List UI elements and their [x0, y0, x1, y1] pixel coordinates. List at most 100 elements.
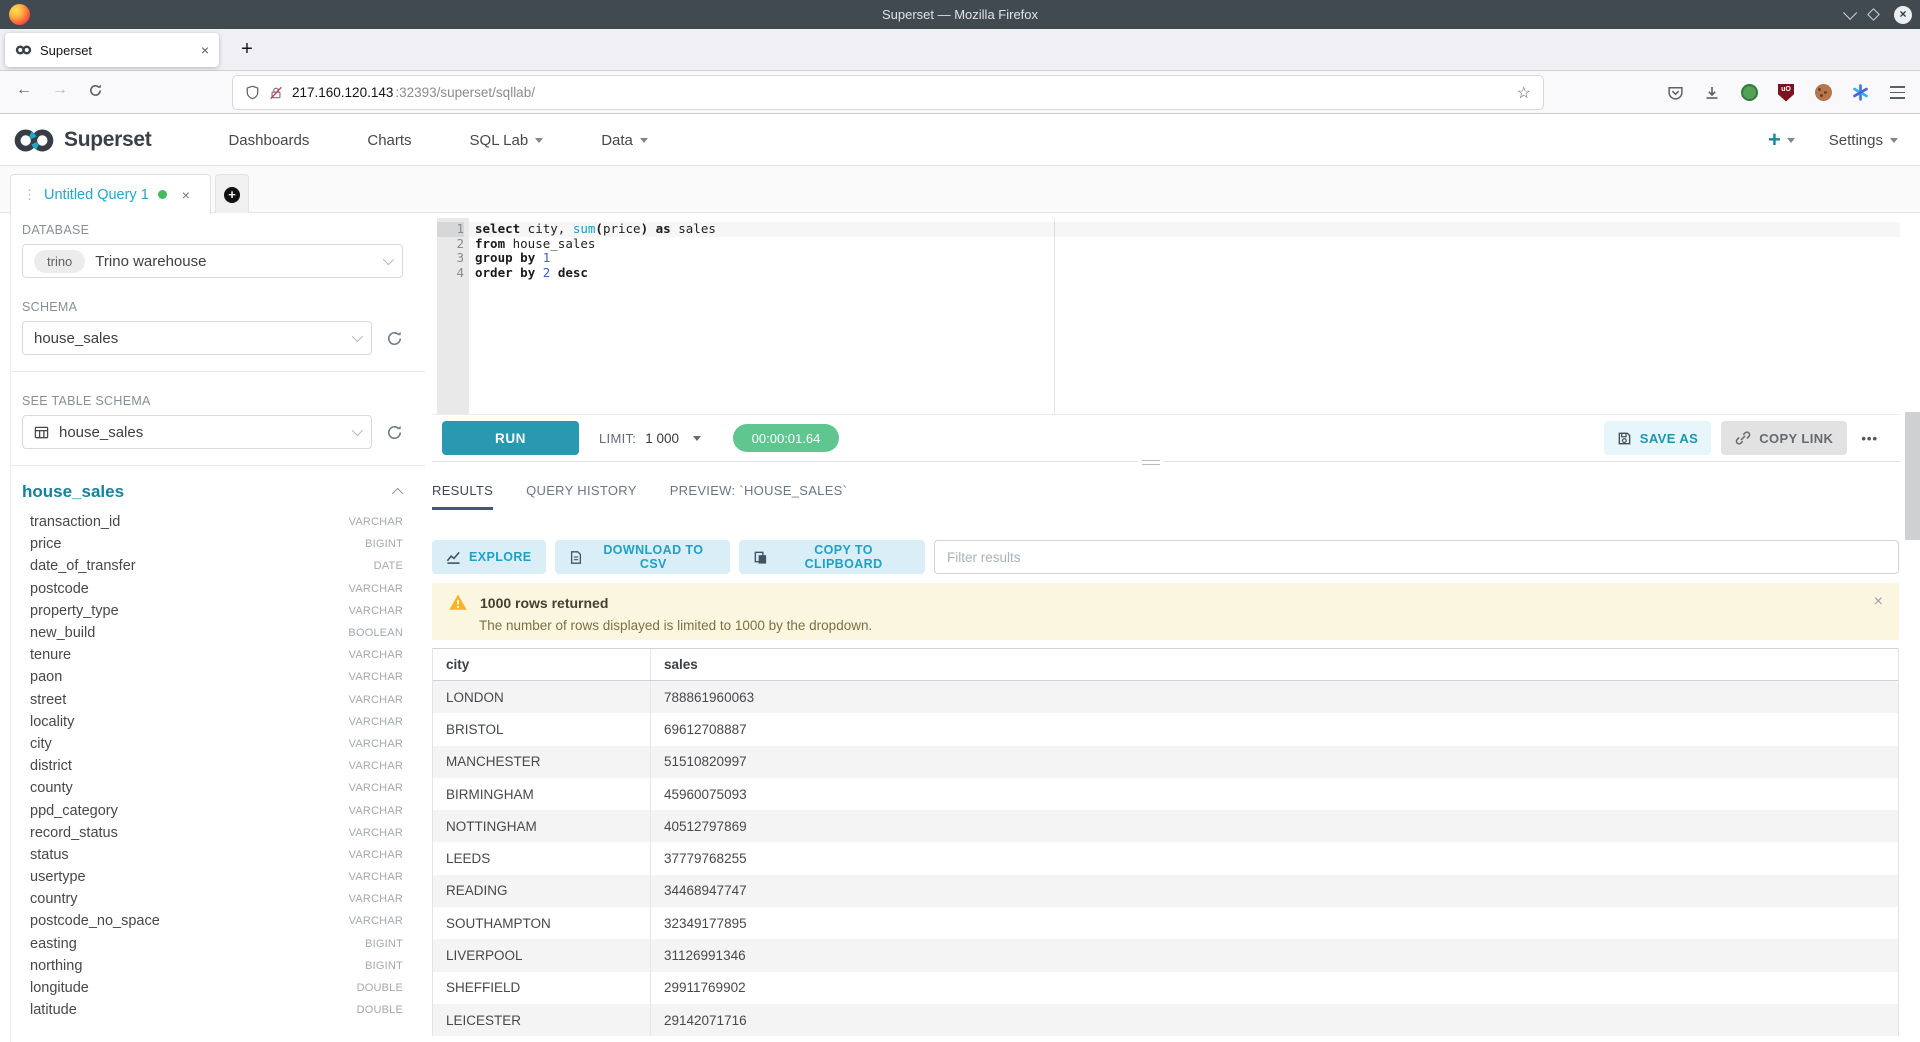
column-row-easting[interactable]: eastingBIGINT — [30, 933, 403, 955]
column-row-property-type[interactable]: property_typeVARCHAR — [30, 600, 403, 622]
column-row-postcode-no-space[interactable]: postcode_no_spaceVARCHAR — [30, 910, 403, 932]
copy-to-clipboard-button[interactable]: COPY TO CLIPBOARD — [739, 540, 925, 574]
more-options-button[interactable]: ••• — [1857, 431, 1882, 446]
column-row-record-status[interactable]: record_statusVARCHAR — [30, 822, 403, 844]
column-row-locality[interactable]: localityVARCHAR — [30, 711, 403, 733]
table-row[interactable]: LEEDS37779768255 — [433, 842, 1898, 874]
url-host: 217.160.120.143 — [292, 85, 393, 100]
column-type: VARCHAR — [349, 893, 403, 905]
add-query-tab-button[interactable]: + — [215, 174, 249, 214]
column-row-status[interactable]: statusVARCHAR — [30, 844, 403, 866]
table-name[interactable]: house_sales — [22, 482, 395, 502]
ublock-icon[interactable]: uO — [1777, 84, 1795, 102]
column-row-district[interactable]: districtVARCHAR — [30, 755, 403, 777]
bookmark-star-icon[interactable]: ☆ — [1517, 83, 1531, 103]
table-row[interactable]: SOUTHAMPTON32349177895 — [433, 907, 1898, 939]
filter-results-input[interactable] — [934, 540, 1899, 574]
sales-cell: 45960075093 — [650, 778, 1898, 810]
downloads-icon[interactable] — [1703, 84, 1721, 102]
cookie-extension-icon[interactable] — [1814, 84, 1832, 102]
run-button[interactable]: RUN — [442, 421, 579, 455]
column-row-price[interactable]: priceBIGINT — [30, 533, 403, 555]
table-schema-select[interactable]: house_sales — [22, 415, 372, 449]
query-tab-close-icon[interactable]: × — [182, 187, 190, 203]
save-as-button[interactable]: SAVE AS — [1604, 421, 1711, 455]
copy-link-button[interactable]: COPY LINK — [1721, 421, 1847, 455]
column-row-county[interactable]: countyVARCHAR — [30, 777, 403, 799]
limit-dropdown[interactable]: LIMIT: 1 000 — [599, 431, 701, 446]
alert-close-icon[interactable]: × — [1874, 593, 1883, 611]
column-name: date_of_transfer — [30, 558, 374, 574]
window-minimize-icon[interactable] — [1843, 5, 1857, 19]
nav-item-data[interactable]: Data — [572, 115, 677, 166]
column-row-paon[interactable]: paonVARCHAR — [30, 666, 403, 688]
table-header-row[interactable]: house_sales — [22, 482, 403, 502]
table-row[interactable]: LIVERPOOL31126991346 — [433, 939, 1898, 971]
column-row-country[interactable]: countryVARCHAR — [30, 888, 403, 910]
tab-query-history[interactable]: QUERY HISTORY — [526, 483, 637, 510]
line-number: 3 — [437, 251, 464, 266]
panel-resize-handle[interactable] — [1138, 457, 1164, 468]
nav-item-charts[interactable]: Charts — [338, 115, 440, 166]
column-row-ppd-category[interactable]: ppd_categoryVARCHAR — [30, 799, 403, 821]
new-item-button[interactable]: + — [1768, 130, 1795, 150]
explore-button[interactable]: EXPLORE — [432, 540, 546, 574]
column-row-usertype[interactable]: usertypeVARCHAR — [30, 866, 403, 888]
sql-token: group — [475, 250, 513, 265]
column-header-city[interactable]: city — [433, 657, 650, 672]
column-row-longitude[interactable]: longitudeDOUBLE — [30, 977, 403, 999]
lock-insecure-icon[interactable] — [269, 86, 283, 100]
schema-select[interactable]: house_sales — [22, 321, 372, 355]
editor-code[interactable]: select city, sum(price) as salesfrom hou… — [469, 218, 1900, 414]
column-row-latitude[interactable]: latitudeDOUBLE — [30, 999, 403, 1021]
table-row[interactable]: MANCHESTER51510820997 — [433, 746, 1898, 778]
browser-tab[interactable]: Superset × — [5, 33, 219, 67]
column-name: record_status — [30, 825, 349, 841]
menu-icon[interactable] — [1888, 84, 1906, 102]
new-tab-button[interactable]: + — [232, 35, 262, 65]
table-row[interactable]: NOTTINGHAM40512797869 — [433, 810, 1898, 842]
scrollbar-thumb[interactable] — [1905, 412, 1920, 540]
reload-icon[interactable] — [88, 83, 103, 103]
table-row[interactable]: LEICESTER29142071716 — [433, 1004, 1898, 1036]
column-row-city[interactable]: cityVARCHAR — [30, 733, 403, 755]
refresh-schema-icon[interactable] — [386, 330, 403, 347]
table-row[interactable]: LONDON788861960063 — [433, 681, 1898, 713]
shield-icon[interactable] — [245, 85, 260, 100]
table-row[interactable]: BRISTOL69612708887 — [433, 713, 1898, 745]
url-bar[interactable]: 217.160.120.143 :32393/superset/sqllab/ … — [233, 76, 1543, 109]
column-row-tenure[interactable]: tenureVARCHAR — [30, 644, 403, 666]
table-row[interactable]: SHEFFIELD29911769902 — [433, 972, 1898, 1004]
column-row-transaction-id[interactable]: transaction_idVARCHAR — [30, 511, 403, 533]
nav-item-sql-lab[interactable]: SQL Lab — [441, 115, 573, 166]
window-maximize-icon[interactable] — [1867, 8, 1880, 21]
column-row-street[interactable]: streetVARCHAR — [30, 689, 403, 711]
drag-handle-icon[interactable]: ⋮ — [23, 187, 35, 203]
tab-close-icon[interactable]: × — [201, 42, 209, 58]
tab-results[interactable]: RESULTS — [432, 483, 493, 510]
pocket-icon[interactable] — [1666, 84, 1684, 102]
extension-privacy-icon[interactable] — [1740, 84, 1758, 102]
column-header-sales[interactable]: sales — [650, 649, 1898, 680]
languagetool-icon[interactable] — [1851, 84, 1869, 102]
column-row-northing[interactable]: northingBIGINT — [30, 955, 403, 977]
database-select[interactable]: trino Trino warehouse — [22, 244, 403, 278]
query-tab-title: Untitled Query 1 — [44, 187, 149, 203]
nav-item-dashboards[interactable]: Dashboards — [199, 115, 338, 166]
superset-logo[interactable]: Superset — [12, 127, 151, 154]
column-row-date-of-transfer[interactable]: date_of_transferDATE — [30, 555, 403, 577]
back-button[interactable]: ← — [16, 81, 32, 99]
table-row[interactable]: READING34468947747 — [433, 875, 1898, 907]
action-label: DOWNLOAD TO CSV — [591, 543, 717, 571]
limit-value: 1 000 — [645, 431, 679, 446]
sql-editor[interactable]: 1234 select city, sum(price) as salesfro… — [437, 218, 1900, 414]
refresh-table-icon[interactable] — [386, 424, 403, 441]
column-row-postcode[interactable]: postcodeVARCHAR — [30, 578, 403, 600]
tab-preview-house-sales[interactable]: PREVIEW: `HOUSE_SALES` — [670, 483, 848, 510]
table-row[interactable]: BIRMINGHAM45960075093 — [433, 778, 1898, 810]
download-to-csv-button[interactable]: DOWNLOAD TO CSV — [555, 540, 731, 574]
settings-menu[interactable]: Settings — [1829, 132, 1898, 149]
column-row-new-build[interactable]: new_buildBOOLEAN — [30, 622, 403, 644]
query-tab[interactable]: ⋮ Untitled Query 1 × — [10, 174, 211, 214]
window-close-icon[interactable]: × — [1894, 6, 1912, 24]
